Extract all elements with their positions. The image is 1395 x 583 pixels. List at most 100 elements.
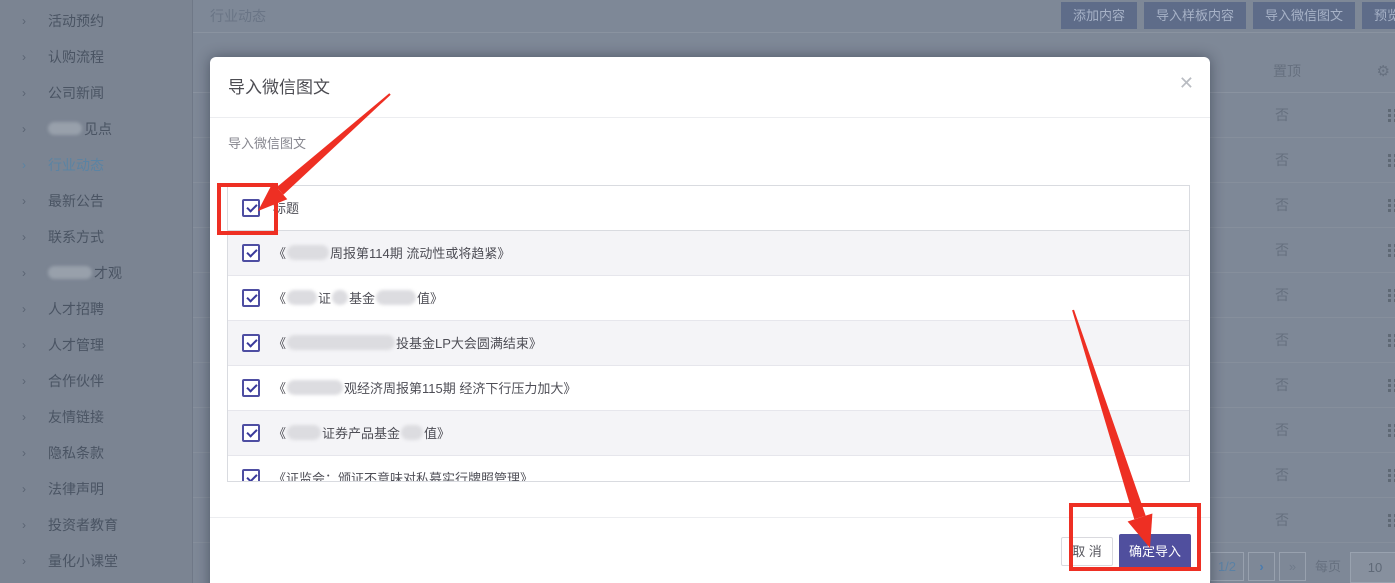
row-menu-icon[interactable] <box>1388 379 1395 393</box>
article-row-3[interactable]: 《观经济周报第115期 经济下行压力加大》 <box>228 366 1189 411</box>
table-header-row: 标题 <box>228 186 1189 231</box>
redacted-text <box>48 122 82 135</box>
sidebar-item-label: 量化小课堂 <box>48 543 118 579</box>
sidebar-item-label: 人才管理 <box>48 327 104 363</box>
sidebar-item-label: 见点 <box>48 111 112 147</box>
sidebar-item-label: 合作伙伴 <box>48 363 104 399</box>
row-menu-icon[interactable] <box>1388 154 1395 168</box>
sidebar-item-label: 联系方式 <box>48 219 104 255</box>
sidebar-item-label: 公司新闻 <box>48 75 104 111</box>
article-row-4[interactable]: 《证券产品基金值》 <box>228 411 1189 456</box>
select-all-checkbox[interactable] <box>242 199 260 217</box>
row-checkbox[interactable] <box>242 469 260 482</box>
sidebar-item-label: 法律声明 <box>48 471 104 507</box>
sidebar-item-label: 投资者教育 <box>48 507 118 543</box>
modal-footer-divider <box>210 517 1210 518</box>
article-title: 《观经济周报第115期 经济下行压力加大》 <box>273 366 576 411</box>
article-table: 标题 《周报第114期 流动性或将趋紧》《证基金值》《投基金LP大会圆满结束》《… <box>227 185 1190 482</box>
chevron-right-icon: › <box>22 363 26 399</box>
toolbar-button-3[interactable]: 预览效果 <box>1362 2 1395 29</box>
sidebar-item-2[interactable]: ›公司新闻 <box>0 75 192 111</box>
sidebar-item-12[interactable]: › 隐私条款 <box>0 435 192 471</box>
article-row-2[interactable]: 《投基金LP大会圆满结束》 <box>228 321 1189 366</box>
article-title: 《证监会：颁证不意味对私募实行牌照管理》 <box>273 456 533 482</box>
redacted-text <box>287 290 317 305</box>
chevron-right-icon: › <box>22 435 26 471</box>
toolbar-button-1[interactable]: 导入样板内容 <box>1144 2 1246 29</box>
row-menu-icon[interactable] <box>1388 334 1395 348</box>
article-row-1[interactable]: 《证基金值》 <box>228 276 1189 321</box>
chevron-right-icon: › <box>22 111 26 147</box>
row-menu-icon[interactable] <box>1388 514 1395 528</box>
gear-icon[interactable]: ⚙ <box>1377 50 1390 93</box>
sidebar-item-1[interactable]: › 认购流程 <box>0 39 192 75</box>
sidebar-item-label: 活动预约 <box>48 3 104 39</box>
modal-title: 导入微信图文 <box>228 73 330 98</box>
sidebar-item-15[interactable]: ›量化小课堂 <box>0 543 192 579</box>
pin-value: 否 <box>1275 273 1289 318</box>
sidebar: ›活动预约›认购流程›公司新闻›见点›行业动态›最新公告›联系方式›才观›人才招… <box>0 0 193 583</box>
sidebar-item-label: 人才招聘 <box>48 291 104 327</box>
cancel-button[interactable]: 取 消 <box>1061 537 1113 566</box>
article-title: 《周报第114期 流动性或将趋紧》 <box>273 231 510 276</box>
row-menu-icon[interactable] <box>1388 109 1395 123</box>
sidebar-item-label: 最新公告 <box>48 183 104 219</box>
chevron-right-icon: › <box>22 3 26 39</box>
chevron-right-icon: › <box>22 39 26 75</box>
confirm-import-button[interactable]: 确定导入 <box>1119 534 1191 569</box>
sidebar-item-5[interactable]: ›最新公告 <box>0 183 192 219</box>
sidebar-item-8[interactable]: › 人才招聘 <box>0 291 192 327</box>
row-checkbox[interactable] <box>242 289 260 307</box>
chevron-right-icon: › <box>22 327 26 363</box>
per-page-label: 每页 <box>1315 552 1341 581</box>
row-menu-icon[interactable] <box>1388 199 1395 213</box>
row-menu-icon[interactable] <box>1388 424 1395 438</box>
toolbar-button-2[interactable]: 导入微信图文 <box>1253 2 1355 29</box>
sidebar-item-7[interactable]: ›才观 <box>0 255 192 291</box>
modal-header-divider <box>210 117 1210 118</box>
redacted-text <box>287 245 329 260</box>
sidebar-item-9[interactable]: › 人才管理 <box>0 327 192 363</box>
pin-value: 否 <box>1275 453 1289 498</box>
close-icon[interactable]: ✕ <box>1179 74 1194 92</box>
row-menu-icon[interactable] <box>1388 289 1395 303</box>
row-checkbox[interactable] <box>242 424 260 442</box>
per-page-input[interactable]: 10 <box>1350 552 1395 583</box>
sidebar-item-6[interactable]: › 联系方式 <box>0 219 192 255</box>
sidebar-item-label: 隐私条款 <box>48 435 104 471</box>
article-row-0[interactable]: 《周报第114期 流动性或将趋紧》 <box>228 231 1189 276</box>
modal-section-label: 导入微信图文 <box>228 133 306 152</box>
sidebar-item-4[interactable]: ›行业动态 <box>0 147 192 183</box>
next-page-button[interactable]: › <box>1248 552 1275 581</box>
sidebar-item-3[interactable]: › 见点 <box>0 111 192 147</box>
sidebar-item-label: 才观 <box>48 255 122 291</box>
sidebar-item-11[interactable]: › 友情链接 <box>0 399 192 435</box>
article-row-5[interactable]: 《证监会：颁证不意味对私募实行牌照管理》 <box>228 456 1189 482</box>
sidebar-item-label: 行业动态 <box>48 147 104 183</box>
toolbar-button-0[interactable]: 添加内容 <box>1061 2 1137 29</box>
sidebar-item-label: 友情链接 <box>48 399 104 435</box>
article-title: 《证基金值》 <box>273 276 443 321</box>
article-title: 《投基金LP大会圆满结束》 <box>273 321 542 366</box>
last-page-button[interactable]: » <box>1279 552 1306 581</box>
pin-value: 否 <box>1275 228 1289 273</box>
row-checkbox[interactable] <box>242 244 260 262</box>
sidebar-item-0[interactable]: › 活动预约 <box>0 3 192 39</box>
redacted-text <box>48 266 92 279</box>
chevron-right-icon: › <box>22 219 26 255</box>
sidebar-item-14[interactable]: ›投资者教育 <box>0 507 192 543</box>
row-menu-icon[interactable] <box>1388 244 1395 258</box>
sidebar-item-10[interactable]: › 合作伙伴 <box>0 363 192 399</box>
import-wechat-modal: 导入微信图文 ✕ 导入微信图文 标题 《周报第114期 流动性或将趋紧》《证基金… <box>210 57 1210 583</box>
row-checkbox[interactable] <box>242 334 260 352</box>
redacted-text <box>376 290 416 305</box>
row-menu-icon[interactable] <box>1388 469 1395 483</box>
chevron-right-icon: › <box>22 399 26 435</box>
row-checkbox[interactable] <box>242 379 260 397</box>
sidebar-item-13[interactable]: ›法律声明 <box>0 471 192 507</box>
chevron-right-icon: › <box>22 291 26 327</box>
sidebar-item-label: 认购流程 <box>48 39 104 75</box>
page-indicator: 1/2 <box>1210 552 1244 581</box>
title-column-header: 标题 <box>273 186 299 231</box>
pin-value: 否 <box>1275 93 1289 138</box>
